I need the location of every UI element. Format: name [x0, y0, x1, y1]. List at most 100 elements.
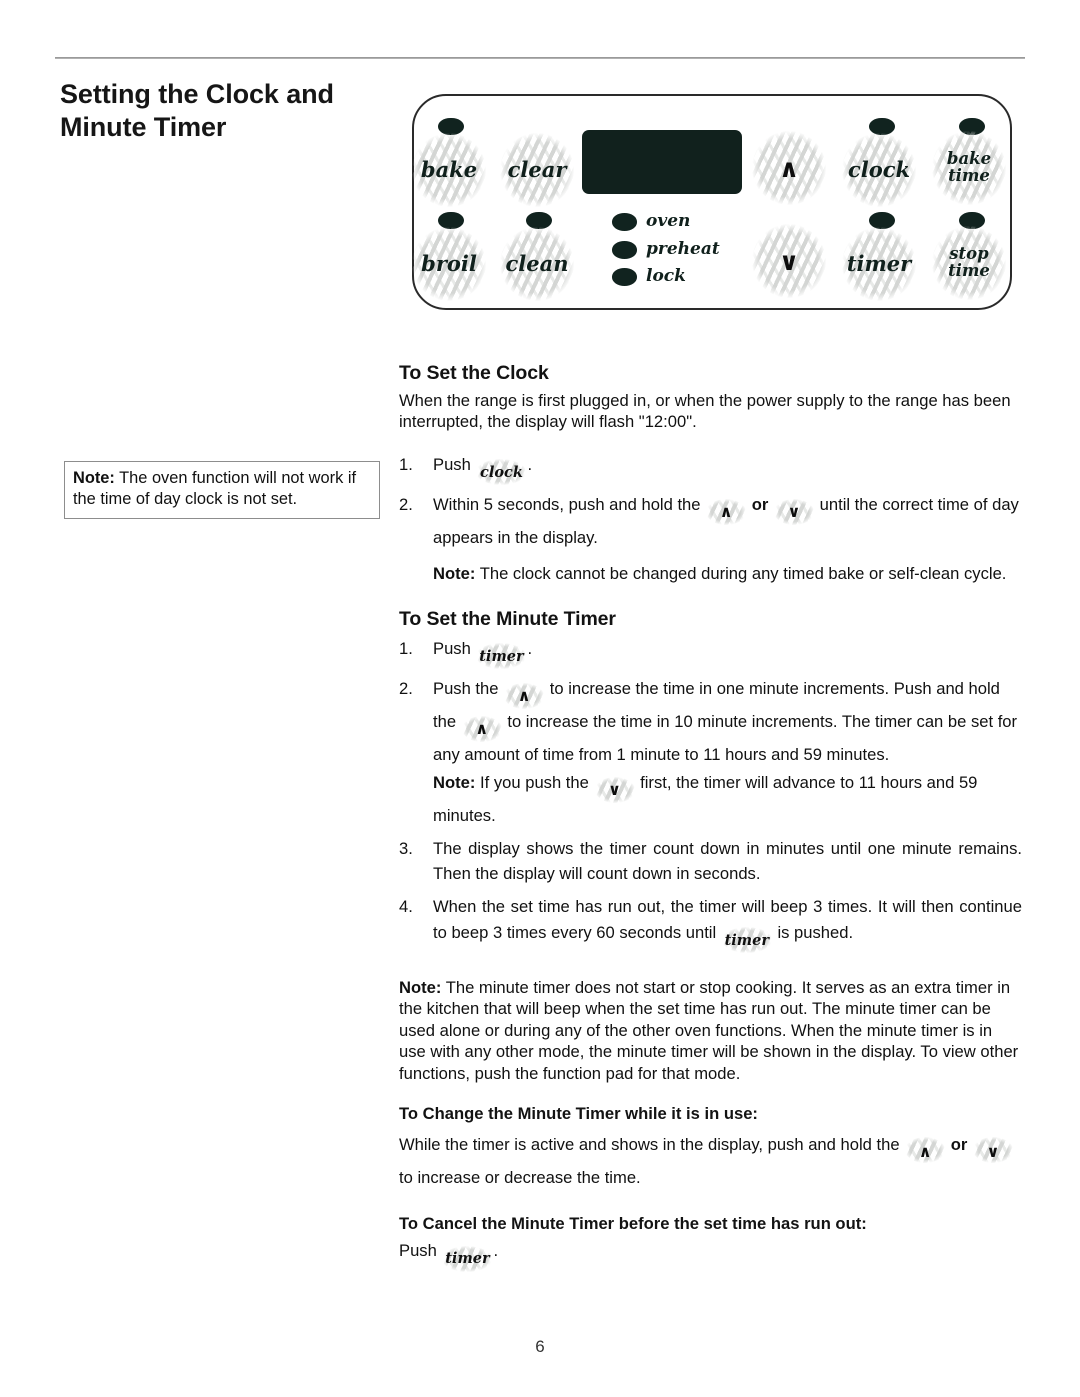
pad-clock-label: clock — [847, 156, 911, 182]
step-text: Push the — [433, 679, 499, 699]
pad-up-arrow[interactable]: ∧ — [752, 131, 826, 205]
chevron-down-icon: ∨ — [778, 246, 800, 276]
step-text-post: is pushed. — [777, 922, 854, 942]
inline-pad-label: timer — [445, 1250, 490, 1268]
page-title-line2: Minute Timer — [60, 112, 227, 143]
note-label: Note: — [433, 563, 476, 583]
step-number: 2. — [399, 679, 413, 699]
inline-pad-clock[interactable]: clock — [476, 459, 527, 486]
chevron-down-icon: ∨ — [986, 1142, 1000, 1162]
set-clock-intro: When the range is first plugged in, or w… — [399, 391, 1011, 432]
section-heading-set-minute-timer: To Set the Minute Timer — [399, 608, 616, 631]
step-number: 1. — [399, 639, 413, 659]
step-number: 3. — [399, 838, 413, 858]
inline-pad-down-arrow[interactable]: ∨ — [594, 776, 635, 803]
cancel-minute-timer-text: Push timer . — [399, 1240, 1022, 1273]
subheading-cancel-minute-timer: To Cancel the Minute Timer before the se… — [399, 1214, 867, 1234]
chevron-up-icon: ∧ — [778, 153, 800, 183]
cancel-post-text: . — [493, 1241, 499, 1261]
display-window — [582, 130, 742, 194]
pad-stop-time[interactable]: stop time — [932, 226, 1006, 300]
chevron-down-icon: ∨ — [608, 779, 621, 799]
inline-pad-down-arrow[interactable]: ∨ — [973, 1137, 1014, 1164]
page-title: Setting the Clock and Minute Timer — [60, 78, 390, 145]
step-text: The display shows the timer count down i… — [433, 838, 1022, 884]
list-item: 1. Push timer . — [399, 636, 1022, 670]
change-text-a: While the timer is active and shows in t… — [399, 1135, 900, 1155]
list-item: 3. The display shows the timer count dow… — [399, 836, 1022, 887]
page-number: 6 — [535, 1337, 545, 1356]
pad-bake[interactable]: bake — [412, 133, 486, 207]
step-number: 2. — [399, 495, 413, 515]
note-text: The clock cannot be changed during any t… — [475, 563, 1007, 583]
pad-bake-time-label: bake time — [946, 149, 992, 185]
pad-clock[interactable]: clock — [842, 133, 916, 207]
section-heading-set-clock: To Set the Clock — [399, 362, 549, 384]
note-label: Note: — [399, 977, 442, 997]
inline-pad-label: timer — [479, 648, 524, 666]
list-item: 2. Push the ∧ to increase the time in on… — [399, 676, 1022, 828]
side-note-label: Note: — [73, 469, 115, 487]
chevron-up-icon: ∧ — [719, 502, 733, 522]
side-note-box: Note: The oven function will not work if… — [64, 461, 380, 519]
chevron-down-icon: ∨ — [787, 502, 801, 522]
preheat-status-label: preheat — [646, 239, 720, 259]
change-text-or: or — [950, 1135, 968, 1155]
step-text-post: . — [527, 639, 533, 659]
list-item: 1. Push clock . — [399, 452, 1022, 486]
inline-pad-timer[interactable]: timer — [442, 1246, 493, 1273]
note-label: Note: — [433, 772, 476, 792]
pad-bake-time[interactable]: bake time — [932, 131, 1006, 205]
chevron-up-icon: ∧ — [918, 1142, 932, 1162]
step-text: Push — [433, 455, 471, 475]
lock-status-dot — [612, 268, 637, 286]
list-item: 4. When the set time has run out, the ti… — [399, 894, 1022, 953]
list-item: 2. Within 5 seconds, push and hold the ∧… — [399, 492, 1022, 584]
inline-pad-label: clock — [480, 464, 523, 482]
minute-timer-note: Note: The minute timer does not start or… — [399, 977, 1022, 1085]
inline-pad-up-arrow[interactable]: ∧ — [504, 683, 545, 710]
set-clock-steps: 1. Push clock . 2. Within 5 seconds, pus… — [399, 452, 1022, 584]
set-clock-note: Note: The clock cannot be changed during… — [433, 563, 1022, 584]
page-title-line1: Setting the Clock and — [60, 79, 334, 109]
pad-timer[interactable]: timer — [842, 227, 916, 301]
minute-timer-steps: 1. Push timer . 2. Push the ∧ to increas… — [399, 636, 1022, 953]
inline-pad-timer[interactable]: timer — [476, 643, 527, 670]
note-text: The minute timer does not start or stop … — [399, 977, 1019, 1083]
step-text-post: . — [527, 455, 533, 475]
inline-pad-timer[interactable]: timer — [721, 926, 772, 953]
inline-pad-up-arrow[interactable]: ∧ — [706, 499, 747, 526]
pad-clean[interactable]: clean — [500, 227, 574, 301]
change-text-b: to increase or decrease the time. — [399, 1168, 641, 1188]
oven-status-dot — [612, 213, 637, 231]
step-number: 4. — [399, 896, 413, 916]
pad-stop-time-label: stop time — [948, 244, 990, 280]
inline-pad-down-arrow[interactable]: ∨ — [774, 499, 814, 526]
step-text: to increase the time in 10 minute increm… — [433, 712, 1018, 765]
subheading-change-minute-timer: To Change the Minute Timer while it is i… — [399, 1104, 758, 1124]
inline-pad-up-arrow[interactable]: ∧ — [905, 1137, 946, 1164]
control-panel-diagram: bake clear ∧ clock bake time broil clean… — [412, 94, 1012, 310]
chevron-up-icon: ∧ — [517, 686, 531, 706]
step-number: 1. — [399, 455, 413, 475]
pad-bake-label: bake — [420, 156, 478, 182]
cancel-push-text: Push — [399, 1241, 437, 1261]
pad-clear-label: clear — [507, 156, 567, 182]
main-content: To Set the Clock When the range is first… — [399, 362, 1022, 1282]
pad-timer-label: timer — [846, 250, 912, 276]
change-minute-timer-text: While the timer is active and shows in t… — [399, 1130, 1022, 1194]
minute-timer-step2-note: Note: If you push the ∨ first, the timer… — [433, 770, 1022, 829]
inline-pad-label: timer — [724, 931, 770, 949]
note-text: If you push the — [475, 772, 589, 792]
preheat-status-dot — [612, 241, 637, 259]
pad-broil[interactable]: broil — [412, 227, 486, 301]
step-text-or: or — [751, 495, 769, 515]
step-text: Push — [433, 639, 471, 659]
step-text: Within 5 seconds, push and hold the — [433, 495, 701, 515]
pad-clear[interactable]: clear — [500, 133, 574, 207]
lock-status-label: lock — [646, 266, 686, 286]
pad-clean-label: clean — [505, 250, 569, 276]
side-note-text: The oven function will not work if the t… — [73, 469, 357, 509]
pad-down-arrow[interactable]: ∨ — [752, 224, 826, 298]
inline-pad-up-arrow-2[interactable]: ∧ — [461, 716, 502, 743]
